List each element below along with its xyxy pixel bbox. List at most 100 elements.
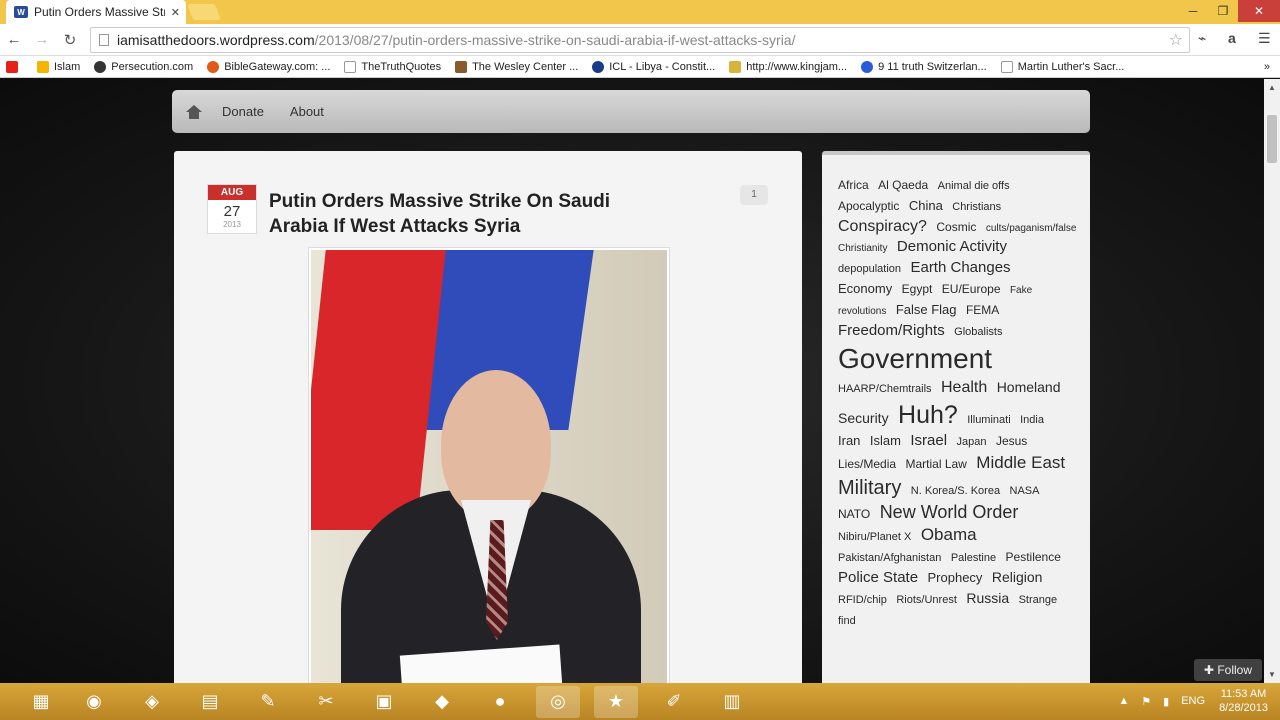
tag-link[interactable]: HAARP/Chemtrails: [838, 383, 932, 395]
tag-link[interactable]: Pestilence: [1006, 550, 1061, 564]
youtube-bookmark-icon[interactable]: [6, 60, 23, 73]
paint-icon[interactable]: ✎: [246, 686, 290, 718]
bookmark-item[interactable]: The Wesley Center ...: [455, 60, 578, 73]
media-icon[interactable]: ◆: [420, 686, 464, 718]
editor-icon[interactable]: ✐: [652, 686, 696, 718]
network-icon[interactable]: ▮: [1163, 695, 1169, 708]
page-scrollbar[interactable]: ▲ ▼: [1264, 79, 1280, 683]
tag-link[interactable]: Illuminati: [967, 414, 1010, 426]
save-icon[interactable]: ▥: [710, 686, 754, 718]
follow-button[interactable]: ✚ Follow: [1193, 659, 1262, 681]
tag-link[interactable]: Cosmic: [936, 220, 976, 234]
scroll-down-icon[interactable]: ▼: [1268, 670, 1276, 679]
tag-link[interactable]: Nibiru/Planet X: [838, 531, 911, 543]
tag-link[interactable]: Pakistan/Afghanistan: [838, 552, 941, 564]
ie-icon[interactable]: ◉: [72, 686, 116, 718]
tag-link[interactable]: China: [909, 198, 943, 213]
bookmark-star-icon[interactable]: ☆: [1169, 30, 1183, 50]
tag-link[interactable]: Palestine: [951, 552, 996, 564]
tag-link[interactable]: Huh?: [898, 401, 958, 429]
bookmark-item[interactable]: Persecution.com: [94, 60, 193, 73]
tag-link[interactable]: Demonic Activity: [897, 238, 1007, 255]
movie-maker-icon[interactable]: ★: [594, 685, 638, 718]
notepad-icon[interactable]: ▣: [362, 686, 406, 718]
tag-link[interactable]: EU/Europe: [942, 282, 1001, 296]
tag-link[interactable]: Earth Changes: [910, 259, 1010, 276]
tag-link[interactable]: Police State: [838, 569, 918, 586]
tag-link[interactable]: Islam: [870, 433, 901, 448]
tag-link[interactable]: Africa: [838, 178, 869, 192]
download-icon[interactable]: ●: [478, 686, 522, 718]
menu-link-about[interactable]: About: [290, 104, 324, 119]
language-indicator[interactable]: ENG: [1181, 695, 1205, 707]
tag-link[interactable]: Globalists: [954, 326, 1002, 338]
tag-link[interactable]: Obama: [921, 525, 977, 544]
reload-icon[interactable]: ↻: [56, 26, 84, 54]
forward-icon[interactable]: →: [28, 26, 56, 54]
tag-link[interactable]: NATO: [838, 507, 870, 521]
close-window-icon[interactable]: ✕: [1238, 0, 1280, 22]
tag-link[interactable]: depopulation: [838, 263, 901, 275]
tag-link[interactable]: Israel: [910, 432, 947, 449]
tag-link[interactable]: Government: [838, 343, 992, 374]
start-icon[interactable]: ▦: [24, 687, 58, 717]
tab-active[interactable]: W Putin Orders Massive Stri ✕: [6, 0, 186, 24]
clock[interactable]: 11:53 AM 8/28/2013: [1219, 687, 1268, 715]
tray-arrow-icon[interactable]: ▲: [1118, 695, 1129, 707]
tag-link[interactable]: Middle East: [976, 453, 1065, 472]
more-bookmarks-icon[interactable]: »: [1264, 61, 1270, 73]
back-icon[interactable]: ←: [0, 26, 28, 54]
tag-link[interactable]: Military: [838, 477, 901, 499]
tag-link[interactable]: NASA: [1010, 485, 1040, 497]
post-title[interactable]: Putin Orders Massive Strike On Saudi Ara…: [269, 189, 649, 239]
close-tab-icon[interactable]: ✕: [171, 6, 180, 19]
bookmark-item[interactable]: 9 11 truth Switzerlan...: [861, 60, 987, 73]
tag-link[interactable]: N. Korea/S. Korea: [911, 485, 1000, 497]
bookmark-item[interactable]: BibleGateway.com: ...: [207, 60, 330, 73]
tag-link[interactable]: Jesus: [996, 434, 1027, 448]
bookmark-item[interactable]: TheTruthQuotes: [344, 60, 441, 73]
amazon-icon[interactable]: a: [1228, 30, 1236, 46]
tag-link[interactable]: Freedom/Rights: [838, 322, 945, 339]
skype-icon[interactable]: ◈: [130, 686, 174, 718]
extension-icon[interactable]: ⌁: [1198, 30, 1206, 47]
bookmark-item[interactable]: http://www.kingjam...: [729, 60, 847, 73]
tag-link[interactable]: Egypt: [902, 282, 933, 296]
comment-count-bubble[interactable]: 1: [740, 185, 768, 205]
tag-link[interactable]: Lies/Media: [838, 457, 896, 471]
tag-link[interactable]: India: [1020, 414, 1044, 426]
bookmark-item[interactable]: Islam: [37, 60, 80, 73]
tag-link[interactable]: New World Order: [880, 502, 1019, 522]
scroll-thumb[interactable]: [1267, 115, 1277, 163]
tag-link[interactable]: Animal die offs: [938, 180, 1010, 192]
flag-icon[interactable]: ⚑: [1141, 695, 1151, 708]
bookmark-item[interactable]: ICL - Libya - Constit...: [592, 60, 715, 73]
folder-icon[interactable]: ▤: [188, 686, 232, 718]
tag-link[interactable]: Riots/Unrest: [896, 594, 957, 606]
scroll-up-icon[interactable]: ▲: [1268, 83, 1276, 92]
tag-link[interactable]: Apocalyptic: [838, 199, 899, 213]
tag-link[interactable]: Al Qaeda: [878, 178, 928, 192]
tag-link[interactable]: Iran: [838, 433, 860, 448]
chrome-icon[interactable]: ◎: [536, 685, 580, 718]
menu-link-donate[interactable]: Donate: [222, 104, 264, 119]
tag-link[interactable]: Japan: [957, 436, 987, 448]
maximize-icon[interactable]: ❐: [1208, 0, 1238, 22]
tag-link[interactable]: RFID/chip: [838, 594, 887, 606]
tag-link[interactable]: Economy: [838, 281, 892, 296]
tag-link[interactable]: Religion: [992, 569, 1043, 585]
menu-icon[interactable]: ☰: [1258, 30, 1271, 47]
home-icon[interactable]: [186, 104, 202, 119]
tag-link[interactable]: Martial Law: [905, 457, 966, 471]
new-tab-button[interactable]: [187, 4, 221, 20]
tag-link[interactable]: Health: [941, 379, 987, 396]
tag-link[interactable]: Prophecy: [928, 570, 983, 585]
tag-link[interactable]: False Flag: [896, 302, 957, 317]
tag-link[interactable]: FEMA: [966, 303, 999, 317]
tools-icon[interactable]: ✂: [304, 686, 348, 718]
address-bar[interactable]: iamisatthedoors.wordpress.com/2013/08/27…: [90, 27, 1190, 53]
tag-link[interactable]: Conspiracy?: [838, 218, 927, 235]
bookmark-item[interactable]: Martin Luther's Sacr...: [1000, 60, 1124, 73]
minimize-icon[interactable]: ─: [1178, 0, 1208, 22]
tag-link[interactable]: Russia: [966, 590, 1009, 606]
